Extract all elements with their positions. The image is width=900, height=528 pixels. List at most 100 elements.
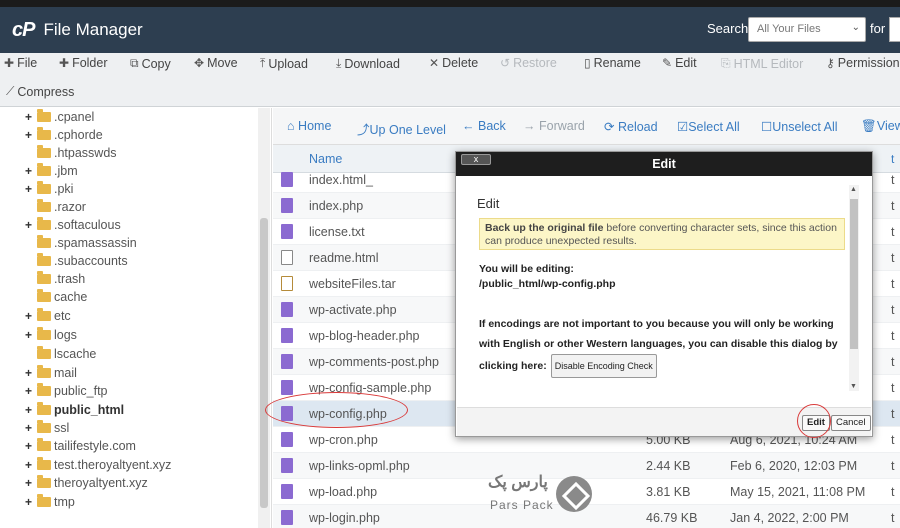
tree-item[interactable]: + .jbm [25, 162, 78, 180]
type-column-header-partial[interactable]: t [891, 152, 894, 166]
app-header: cP File Manager Search All Your Files ⌄ … [0, 7, 900, 53]
toolbar-move-button[interactable]: ✥ Move [194, 56, 238, 70]
tree-item-label: theroyaltyent.xyz [54, 476, 148, 490]
reload-button[interactable]: ⟳ Reload [604, 119, 658, 134]
backup-warning: Back up the original file before convert… [479, 218, 845, 250]
encoding-info: If encodings are not important to you be… [479, 314, 845, 378]
file-type: t [891, 407, 895, 421]
select-all-button[interactable]: ☑Select All [677, 119, 740, 134]
search-input[interactable] [889, 17, 900, 42]
up-one-level-button[interactable]: ⤴Up One Level [357, 119, 446, 138]
folder-icon [37, 457, 51, 470]
expand-icon[interactable]: + [25, 110, 37, 124]
expand-icon[interactable]: + [25, 309, 37, 323]
tree-item[interactable]: + ssl [25, 419, 69, 437]
toolbar-rename-button[interactable]: ▯ Rename [584, 56, 641, 70]
tree-item-label: cache [54, 290, 88, 304]
scrollbar-thumb[interactable] [260, 218, 268, 508]
scroll-up-icon[interactable]: ▲ [850, 186, 857, 193]
toolbar-edit-button[interactable]: ✎ Edit [662, 56, 697, 70]
tree-item[interactable]: .subaccounts [25, 252, 128, 270]
folder-icon [37, 289, 51, 302]
archive-file-icon [281, 276, 293, 291]
name-column-header[interactable]: Name [309, 152, 342, 166]
expand-icon[interactable]: + [25, 458, 37, 472]
toolbar-delete-button[interactable]: ✕ Delete [429, 56, 478, 70]
tree-item[interactable]: + mail [25, 364, 77, 382]
watermark-fa: پارس پک [488, 474, 548, 491]
unselect-all-button[interactable]: ☐Unselect All [761, 119, 838, 134]
toolbar-label: Compress [17, 84, 75, 99]
folder-icon [37, 494, 51, 507]
edit-confirm-button[interactable]: Edit [802, 415, 830, 431]
toolbar-folder-button[interactable]: ✚ Folder [59, 56, 108, 70]
cancel-button[interactable]: Cancel [831, 415, 871, 431]
tree-item[interactable]: + theroyaltyent.xyz [25, 474, 148, 492]
tree-item[interactable]: cache [25, 288, 87, 306]
expand-icon[interactable]: + [25, 403, 37, 417]
toolbar-label: File [17, 56, 38, 70]
forward-button[interactable]: → Forward [523, 119, 585, 133]
tree-item[interactable]: + .cphorde [25, 126, 103, 144]
file-date: May 15, 2021, 11:08 PM [730, 485, 866, 499]
nav-label: Unselect All [772, 120, 838, 134]
tree-item[interactable]: + public_ftp [25, 382, 108, 400]
tree-item[interactable]: .razor [25, 198, 86, 216]
expand-icon[interactable]: + [25, 182, 37, 196]
expand-icon[interactable]: + [25, 128, 37, 142]
editing-path: /public_html/wp-config.php [479, 278, 616, 290]
toolbar-html-editor-button[interactable]: ⎘ HTML Editor [721, 56, 803, 71]
expand-icon[interactable]: + [25, 421, 37, 435]
tree-item[interactable]: + tailifestyle.com [25, 437, 136, 455]
toolbar-compress-button[interactable]: ⟋ Compress [6, 84, 74, 99]
file-name: wp-cron.php [309, 433, 378, 447]
parspack-logo-icon [556, 476, 592, 512]
expand-icon[interactable]: + [25, 164, 37, 178]
tree-item[interactable]: + .pki [25, 180, 73, 198]
expand-icon[interactable]: + [25, 384, 37, 398]
tree-item[interactable]: lscache [25, 345, 96, 363]
tree-item[interactable]: + .softaculous [25, 216, 121, 234]
toolbar-download-button[interactable]: ⤓ Download [336, 56, 400, 71]
tree-item[interactable]: + tmp [25, 493, 75, 511]
folder-icon [37, 181, 51, 194]
tree-item[interactable]: .htpasswds [25, 144, 117, 162]
toolbar-file-button[interactable]: ✚ File [4, 56, 37, 70]
app-title: File Manager [43, 20, 143, 39]
tree-item[interactable]: + etc [25, 307, 71, 325]
toolbar-copy-button[interactable]: ⧉ Copy [130, 56, 171, 71]
home-button[interactable]: ⌂ Home [287, 119, 331, 133]
toolbar-permissions-button[interactable]: ⚷ Permission [826, 56, 900, 70]
logo[interactable]: cP File Manager [12, 19, 143, 42]
tree-item[interactable]: + test.theroyaltyent.xyz [25, 456, 171, 474]
view-trash-button[interactable]: 🗑View [861, 119, 900, 134]
php-file-icon [281, 328, 293, 343]
scrollbar-thumb[interactable] [850, 199, 858, 349]
tree-item-label: .jbm [54, 164, 78, 178]
disable-encoding-check-button[interactable]: Disable Encoding Check [550, 354, 657, 378]
php-file-icon [281, 432, 293, 447]
scroll-down-icon[interactable]: ▼ [850, 383, 857, 390]
expand-icon[interactable]: + [25, 328, 37, 342]
expand-icon[interactable]: + [25, 439, 37, 453]
tree-item-public-html[interactable]: + public_html [25, 401, 124, 419]
expand-icon[interactable]: + [25, 495, 37, 509]
tree-item[interactable]: .spamassassin [25, 234, 137, 252]
expand-icon[interactable]: + [25, 476, 37, 490]
dialog-scrollbar[interactable]: ▲ ▼ [849, 185, 859, 391]
file-name: wp-config.php [309, 407, 387, 421]
toolbar-upload-button[interactable]: ⤒ Upload [260, 56, 308, 71]
back-button[interactable]: ← Back [462, 119, 506, 133]
file-name: wp-load.php [309, 485, 378, 499]
toolbar-restore-button[interactable]: ↺ Restore [500, 56, 557, 70]
tree-item[interactable]: .trash [25, 270, 85, 288]
expand-icon[interactable]: + [25, 366, 37, 380]
expand-icon[interactable]: + [25, 218, 37, 232]
search-scope-select[interactable]: All Your Files ⌄ [748, 17, 866, 42]
tree-item[interactable]: + logs [25, 326, 77, 344]
toolbar-label: Move [207, 56, 238, 70]
tree-scrollbar[interactable] [258, 108, 270, 528]
cpanel-logo-icon: cP [12, 18, 35, 41]
folder-icon [37, 365, 51, 378]
tree-item[interactable]: + .cpanel [25, 108, 94, 126]
